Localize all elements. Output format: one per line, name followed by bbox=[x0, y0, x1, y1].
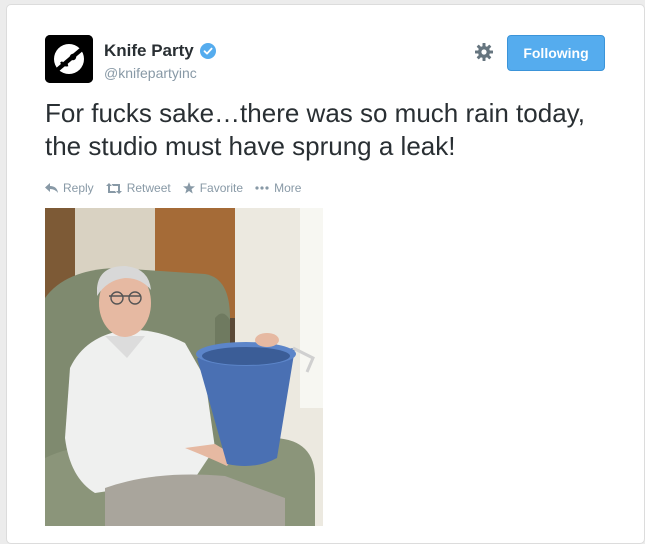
avatar[interactable] bbox=[45, 35, 93, 83]
photo-image bbox=[45, 208, 323, 526]
favorite-action[interactable]: Favorite bbox=[182, 181, 244, 195]
tweet-actions: Reply Retweet Favorite More bbox=[45, 181, 301, 195]
reply-icon bbox=[45, 182, 58, 193]
retweet-action[interactable]: Retweet bbox=[105, 181, 171, 195]
more-dots-icon bbox=[255, 186, 269, 190]
star-icon bbox=[182, 182, 195, 194]
tweet-text: For fucks sake…there was so much rain to… bbox=[45, 98, 585, 161]
display-name-text: Knife Party bbox=[104, 41, 194, 60]
favorite-label: Favorite bbox=[199, 181, 244, 195]
retweet-label: Retweet bbox=[126, 181, 171, 195]
knife-party-logo-icon bbox=[45, 35, 93, 83]
tweet-card: Knife Party @knifepartyinc Following For… bbox=[6, 4, 645, 544]
user-handle[interactable]: @knifepartyinc bbox=[104, 65, 197, 81]
reply-action[interactable]: Reply bbox=[45, 181, 94, 195]
display-name[interactable]: Knife Party bbox=[104, 41, 216, 61]
more-action[interactable]: More bbox=[255, 181, 301, 195]
more-label: More bbox=[274, 181, 302, 195]
reply-label: Reply bbox=[63, 181, 94, 195]
following-button[interactable]: Following bbox=[507, 35, 605, 71]
tweet-photo[interactable] bbox=[45, 208, 323, 526]
retweet-icon bbox=[105, 182, 122, 194]
verified-icon bbox=[199, 43, 216, 59]
gear-icon[interactable] bbox=[474, 42, 494, 62]
